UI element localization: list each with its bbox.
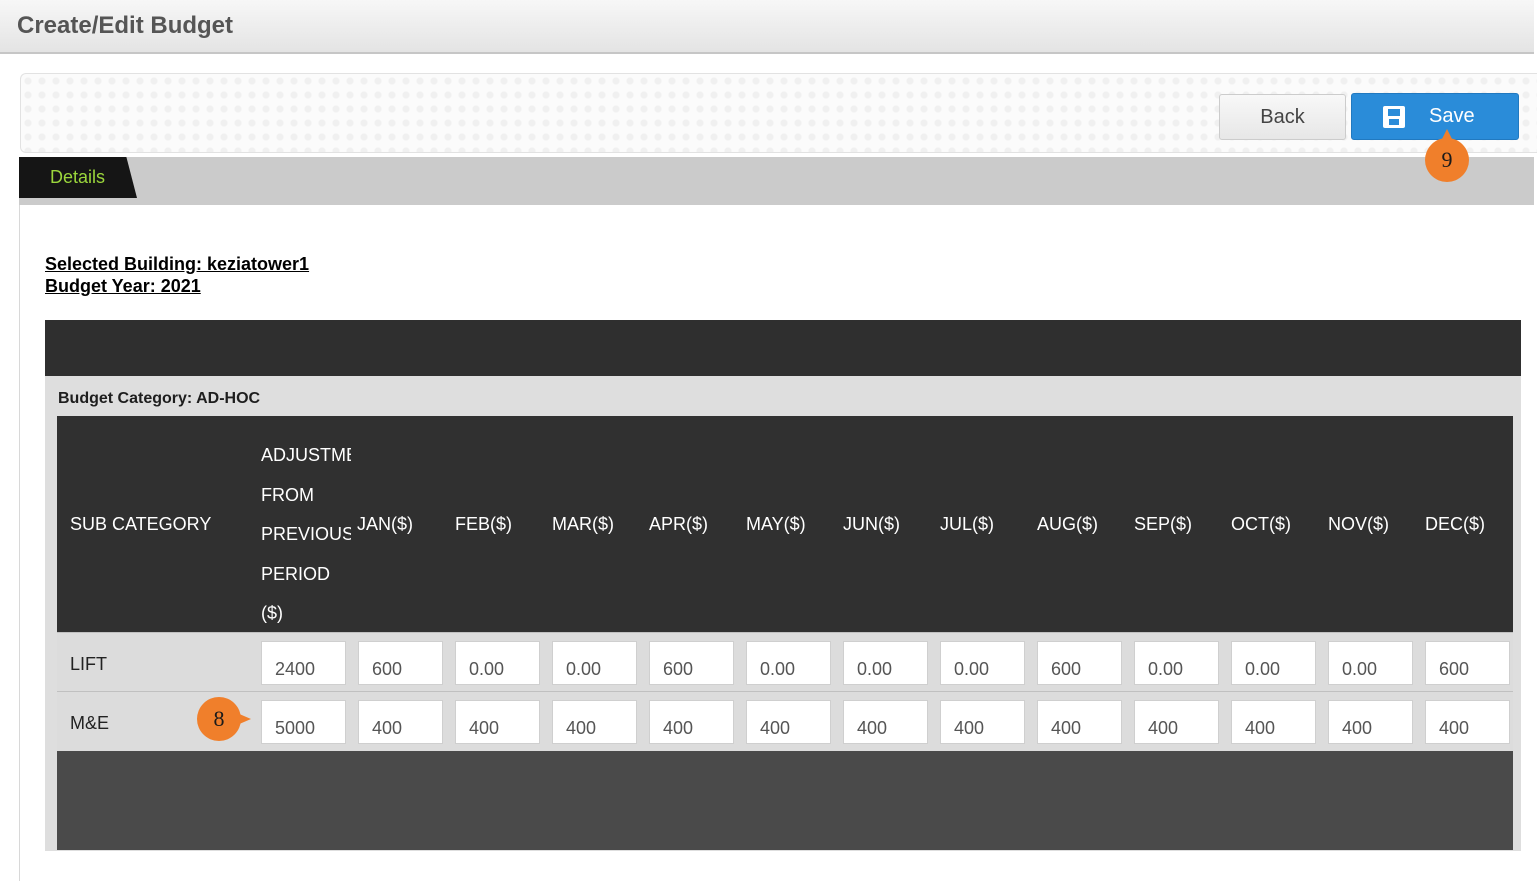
jul-input[interactable]	[940, 700, 1025, 744]
oct-input[interactable]	[1231, 700, 1316, 744]
row-label: M&E	[70, 713, 110, 733]
jun-input[interactable]	[843, 700, 928, 744]
col-oct: OCT($)	[1231, 514, 1291, 534]
col-apr: APR($)	[649, 514, 709, 534]
may-input[interactable]	[746, 641, 831, 685]
dec-input[interactable]	[1425, 641, 1510, 685]
oct-input[interactable]	[1231, 641, 1316, 685]
col-aug: AUG($)	[1037, 514, 1099, 534]
col-mar: MAR($)	[552, 514, 614, 534]
mar-input[interactable]	[552, 700, 637, 744]
aug-input[interactable]	[1037, 700, 1122, 744]
col-feb: FEB($)	[455, 514, 513, 534]
page-header: Create/Edit Budget	[0, 0, 1534, 54]
selected-building: Selected Building: keziatower1	[45, 254, 310, 274]
nov-input[interactable]	[1328, 700, 1413, 744]
back-button[interactable]: Back	[1219, 94, 1346, 140]
col-jan: JAN($)	[357, 514, 414, 534]
aug-input[interactable]	[1037, 641, 1122, 685]
col-may: MAY($)	[746, 514, 806, 534]
feb-input[interactable]	[455, 700, 540, 744]
page-title: Create/Edit Budget	[17, 12, 234, 39]
jul-input[interactable]	[940, 641, 1025, 685]
col-sep: SEP($)	[1134, 514, 1193, 534]
budget-category-label: Budget Category: AD-HOC	[58, 390, 261, 407]
row-label: LIFT	[70, 654, 108, 674]
tab-details-label: Details	[50, 167, 106, 187]
sep-input[interactable]	[1134, 700, 1219, 744]
section-header-band	[45, 320, 1521, 376]
dec-input[interactable]	[1425, 700, 1510, 744]
col-jun: JUN($)	[843, 514, 900, 534]
col-adjustment: ADJUSTMENT FROM PREVIOUS PERIOD ($)	[261, 436, 351, 634]
col-jul: JUL($)	[940, 514, 995, 534]
col-adjustment-line: FROM	[261, 484, 314, 505]
col-nov: NOV($)	[1328, 514, 1390, 534]
step-marker-8: 8	[197, 697, 251, 741]
mar-input[interactable]	[552, 641, 637, 685]
jan-input[interactable]	[358, 700, 443, 744]
table-row: M&E	[57, 691, 1513, 751]
col-dec: DEC($)	[1425, 514, 1486, 534]
budget-year: Budget Year: 2021	[45, 276, 201, 296]
col-adjustment-line: ADJUSTMENT	[261, 445, 351, 465]
tab-details[interactable]: Details	[19, 157, 137, 198]
floppy-disk-icon	[1383, 106, 1405, 128]
apr-input[interactable]	[649, 700, 734, 744]
sep-input[interactable]	[1134, 641, 1219, 685]
save-button[interactable]: Save	[1351, 93, 1519, 140]
feb-input[interactable]	[455, 641, 540, 685]
col-adjustment-line: PERIOD	[261, 563, 331, 584]
adjustment-input[interactable]	[261, 641, 346, 685]
tab-bar: Details	[19, 157, 1534, 205]
adjustment-input[interactable]	[261, 700, 346, 744]
table-header: SUB CATEGORY ADJUSTMENT FROM PREVIOUS PE…	[57, 416, 1513, 633]
col-sub-category: SUB CATEGORY	[70, 514, 212, 534]
jun-input[interactable]	[843, 641, 928, 685]
jan-input[interactable]	[358, 641, 443, 685]
may-input[interactable]	[746, 700, 831, 744]
budget-table: SUB CATEGORY ADJUSTMENT FROM PREVIOUS PE…	[57, 416, 1513, 850]
nov-input[interactable]	[1328, 641, 1413, 685]
col-adjustment-line: ($)	[261, 603, 283, 623]
apr-input[interactable]	[649, 641, 734, 685]
step-marker-9: 9	[1425, 129, 1469, 182]
table-row: LIFT	[57, 632, 1513, 692]
col-adjustment-line: PREVIOUS	[261, 524, 351, 544]
